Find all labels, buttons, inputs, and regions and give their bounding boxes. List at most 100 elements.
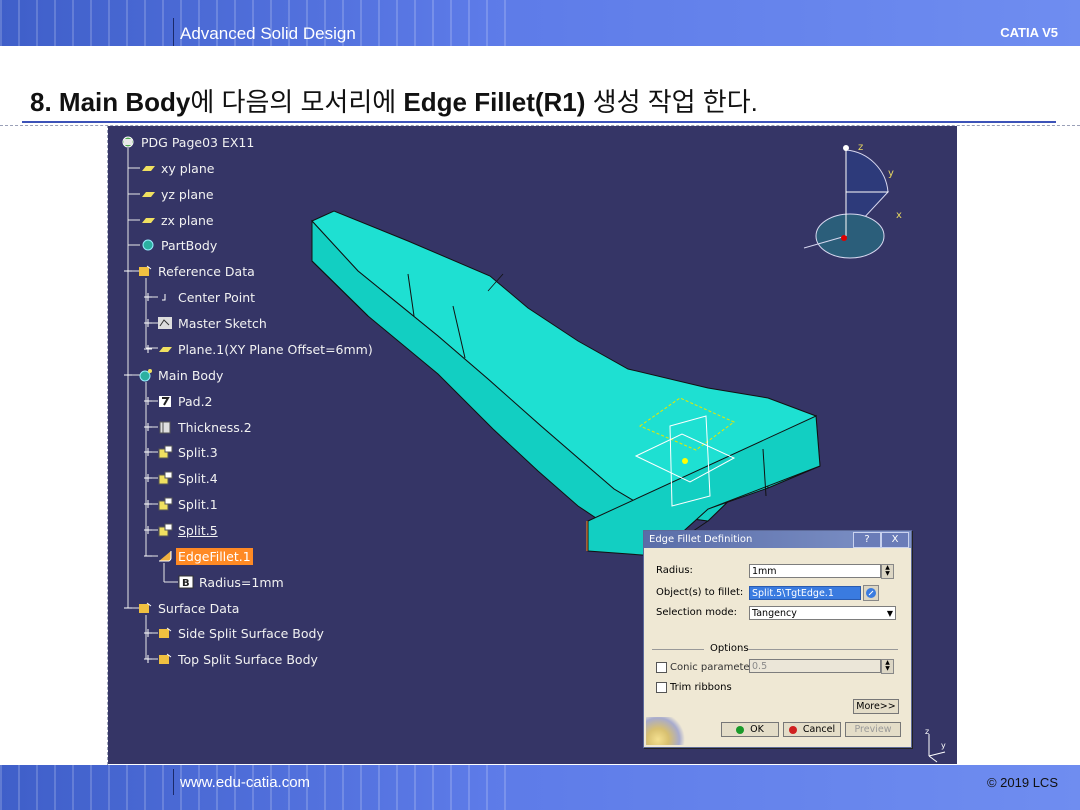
collapse-icon[interactable]: [122, 368, 134, 382]
more-button[interactable]: More>>: [853, 699, 899, 714]
options-divider-left: [652, 649, 704, 650]
conic-parameter-checkbox-row[interactable]: Conic parameter:: [656, 662, 757, 673]
banner-title: Advanced Solid Design: [180, 24, 356, 43]
conic-parameter-spinner[interactable]: ▲ ▼: [881, 659, 894, 674]
tree-item-label: Pad.2: [178, 393, 213, 409]
geometrical-set-icon: [157, 652, 173, 666]
tree-item-surface-data[interactable]: Surface Data: [122, 597, 241, 619]
heading-number: 8.: [30, 87, 52, 117]
tree-item-side-split-surface-body[interactable]: Side Split Surface Body: [142, 622, 326, 644]
tree-item-reference-data[interactable]: Reference Data: [122, 260, 257, 282]
compass-widget[interactable]: z y x: [802, 140, 902, 260]
tree-item-yz-plane[interactable]: yz plane: [140, 183, 216, 205]
expand-icon[interactable]: [142, 342, 154, 356]
dialog-title-bar[interactable]: Edge Fillet Definition ? X: [644, 531, 911, 548]
slide-heading: 8. Main Body에 다음의 모서리에 Edge Fillet(R1) 생…: [30, 82, 758, 119]
trim-ribbons-checkbox[interactable]: [656, 682, 667, 693]
tree-item-split-5[interactable]: Split.5: [142, 519, 220, 541]
tree-item-label: xy plane: [161, 160, 215, 176]
radius-input[interactable]: 1mm: [749, 564, 881, 578]
dialog-title: Edge Fillet Definition: [649, 534, 753, 545]
tree-item-label: Split.5: [178, 522, 218, 538]
tree-root-label: PDG Page03 EX11: [141, 134, 255, 150]
expand-icon[interactable]: [142, 420, 154, 434]
tree-item-split-1[interactable]: Split.1: [142, 493, 220, 515]
tree-item-radius[interactable]: B Radius=1mm: [178, 571, 286, 593]
tree-item-label: Master Sketch: [178, 315, 267, 331]
axis-triad-icon: z y: [925, 727, 946, 763]
expand-icon[interactable]: [142, 316, 154, 330]
footer-copyright: © 2019 LCS: [986, 775, 1058, 790]
tree-item-split-3[interactable]: Split.3: [142, 441, 220, 463]
conic-parameter-label: Conic parameter:: [670, 662, 757, 673]
bottom-banner: www.edu-catia.com © 2019 LCS: [0, 765, 1080, 810]
tree-item-master-sketch[interactable]: Master Sketch: [142, 312, 269, 334]
options-divider-right: [748, 649, 898, 650]
footer-url[interactable]: www.edu-catia.com: [180, 774, 310, 791]
objects-selector-button[interactable]: [863, 585, 879, 601]
tree-item-partbody[interactable]: PartBody: [140, 234, 219, 256]
top-banner: Advanced Solid Design CATIA V5: [0, 0, 1080, 46]
collapse-icon[interactable]: [122, 601, 134, 615]
expand-icon[interactable]: [142, 626, 154, 640]
heading-text-1: 에 다음의 모서리에: [190, 87, 404, 117]
expand-icon[interactable]: [142, 445, 154, 459]
geometrical-set-icon: [137, 601, 153, 615]
edge-fillet-icon: [157, 549, 173, 563]
radius-spinner[interactable]: ▲ ▼: [881, 564, 894, 579]
selection-mode-label: Selection mode:: [656, 607, 737, 618]
trim-ribbons-checkbox-row[interactable]: Trim ribbons: [656, 682, 732, 693]
pad-icon: [157, 394, 173, 408]
expand-icon[interactable]: [142, 523, 154, 537]
tree-item-zx-plane[interactable]: zx plane: [140, 209, 216, 231]
body-gear-icon: [140, 238, 156, 252]
expand-icon[interactable]: [142, 652, 154, 666]
cancel-button[interactable]: Cancel: [783, 722, 841, 737]
point-icon: [157, 290, 173, 304]
tree-root[interactable]: PDG Page03 EX11: [120, 131, 256, 153]
svg-text:z: z: [925, 727, 929, 736]
expand-icon[interactable]: [142, 497, 154, 511]
cancel-button-label: Cancel: [802, 724, 836, 735]
geometrical-set-icon: [157, 626, 173, 640]
tree-item-pad-2[interactable]: Pad.2: [142, 390, 215, 412]
radius-label: Radius:: [656, 565, 693, 576]
expand-icon[interactable]: [142, 290, 154, 304]
tree-item-top-split-surface-body[interactable]: Top Split Surface Body: [142, 648, 320, 670]
ok-button[interactable]: OK: [721, 722, 779, 737]
selection-mode-select[interactable]: Tangency ▼: [749, 606, 896, 620]
tree-item-label: Side Split Surface Body: [178, 625, 324, 641]
tree-item-split-4[interactable]: Split.4: [142, 467, 220, 489]
tree-item-label: Split.4: [178, 470, 218, 486]
collapse-icon[interactable]: [122, 264, 134, 278]
tree-item-thickness-2[interactable]: Thickness.2: [142, 416, 254, 438]
conic-parameter-checkbox[interactable]: [656, 662, 667, 673]
tree-item-edgefillet-1[interactable]: EdgeFillet.1: [142, 545, 253, 567]
tree-item-main-body[interactable]: Main Body: [122, 364, 225, 386]
dialog-sun-decoration: [646, 717, 686, 745]
trim-ribbons-label: Trim ribbons: [670, 682, 732, 693]
tree-item-label: Split.3: [178, 444, 218, 460]
plane-icon: [140, 161, 156, 175]
tree-item-label: Plane.1(XY Plane Offset=6mm): [178, 341, 373, 357]
chevron-down-icon[interactable]: ▼: [887, 607, 893, 621]
parameter-icon: B: [178, 575, 194, 589]
expand-icon[interactable]: [142, 471, 154, 485]
tree-item-label: Reference Data: [158, 263, 255, 279]
tree-item-label: Center Point: [178, 289, 256, 305]
split-icon: [157, 523, 173, 537]
objects-to-fillet-field[interactable]: Split.5\TgtEdge.1: [749, 586, 861, 600]
split-icon: [157, 497, 173, 511]
ok-icon: [736, 725, 745, 734]
collapse-icon[interactable]: [142, 549, 154, 563]
expand-icon[interactable]: [142, 394, 154, 408]
tree-item-xy-plane[interactable]: xy plane: [140, 157, 216, 179]
tree-item-plane-1[interactable]: Plane.1(XY Plane Offset=6mm): [142, 338, 375, 360]
close-button[interactable]: X: [881, 532, 909, 548]
conic-parameter-input[interactable]: 0.5: [749, 659, 881, 673]
preview-button[interactable]: Preview: [845, 722, 901, 737]
help-button[interactable]: ?: [853, 532, 881, 548]
tree-item-center-point[interactable]: Center Point: [142, 286, 257, 308]
plane-icon: [140, 187, 156, 201]
heading-underline: [22, 121, 1056, 123]
